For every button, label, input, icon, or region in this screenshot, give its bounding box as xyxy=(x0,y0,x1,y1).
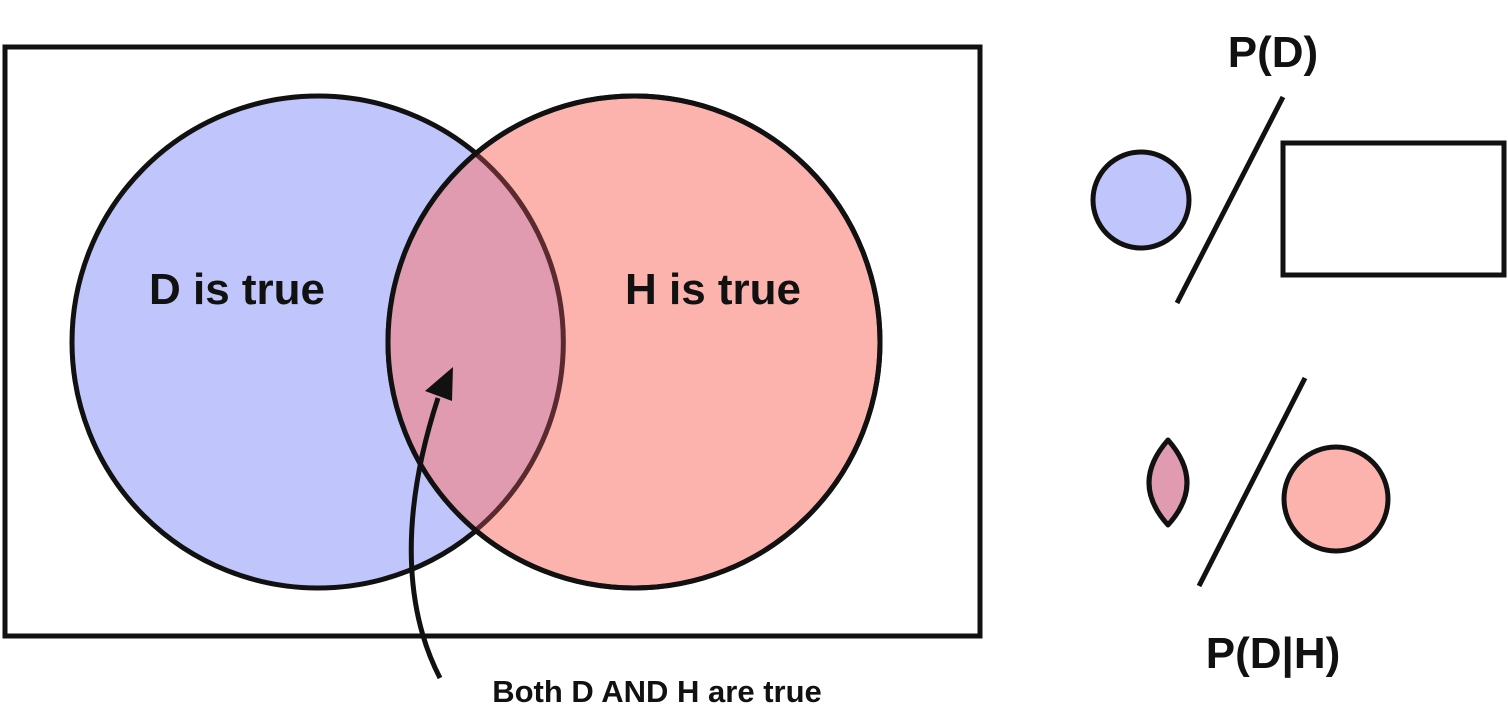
h-label: H is true xyxy=(625,265,801,314)
both-label: Both D AND H are true xyxy=(492,674,822,709)
p-d-division-slash xyxy=(1174,95,1286,305)
bayes-diagram: D is true H is true Both D AND H are tru… xyxy=(2,28,1507,709)
p-d-label: P(D) xyxy=(1228,28,1318,77)
p-dh-denominator-circle xyxy=(1281,444,1391,554)
p-dh-numerator-lens xyxy=(1146,437,1190,528)
p-dh-label: P(D|H) xyxy=(1206,629,1341,679)
p-d-numerator-circle xyxy=(1090,149,1192,251)
d-label: D is true xyxy=(149,265,325,314)
p-d-denominator-rectangle xyxy=(1280,140,1507,278)
